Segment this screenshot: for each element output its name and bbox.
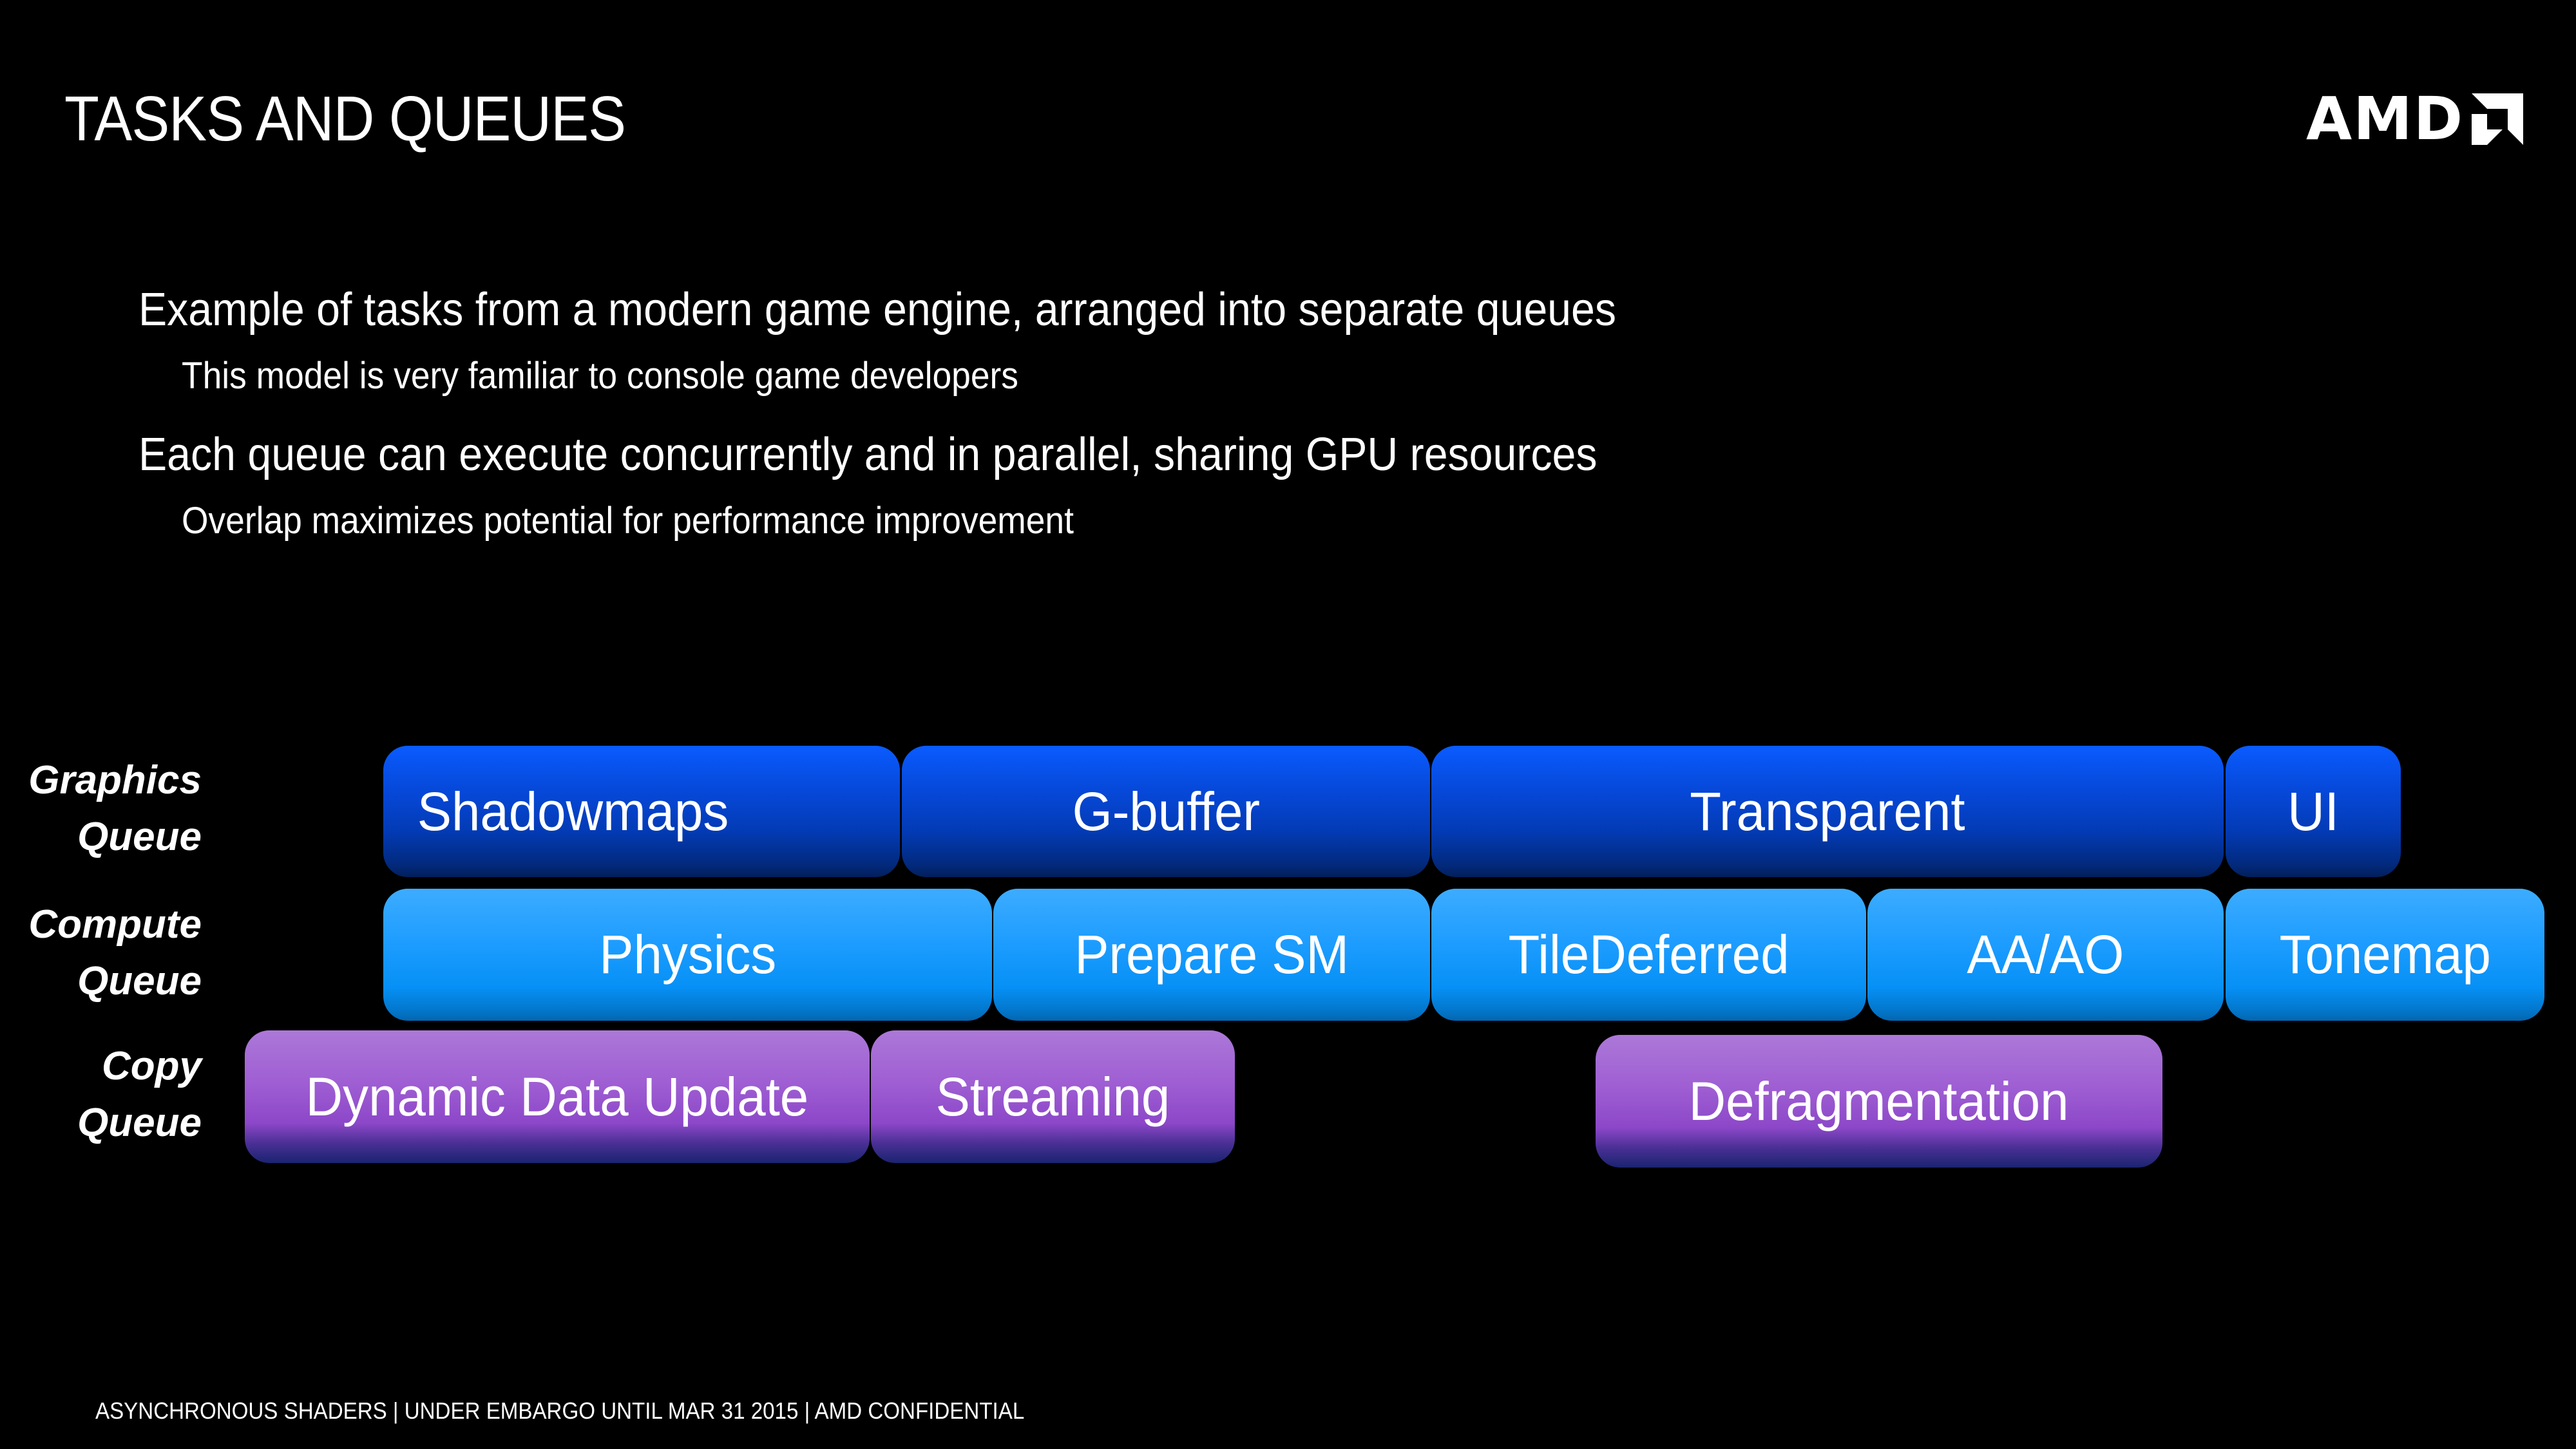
task-aa-ao: AA/AO bbox=[1867, 889, 2224, 1021]
bullet-1-sub: This model is very familiar to console g… bbox=[182, 355, 1018, 397]
copy-queue-label: Copy Queue bbox=[77, 1038, 202, 1151]
task-g-buffer: G-buffer bbox=[902, 746, 1430, 877]
task-label: Transparent bbox=[1690, 781, 1965, 842]
task-label: UI bbox=[2287, 781, 2339, 842]
copy-queue-label-line1: Copy bbox=[102, 1044, 202, 1088]
task-label: Physics bbox=[599, 924, 776, 985]
amd-logo-text: AMD bbox=[2306, 84, 2465, 153]
task-shadowmaps: Shadowmaps bbox=[383, 746, 900, 877]
task-tiledeferred: TileDeferred bbox=[1431, 889, 1866, 1021]
bullet-2-sub: Overlap maximizes potential for performa… bbox=[182, 500, 1074, 542]
task-label: AA/AO bbox=[1967, 924, 2124, 985]
task-label: G-buffer bbox=[1072, 781, 1260, 842]
compute-queue-label-line2: Queue bbox=[77, 959, 202, 1003]
task-label: Tonemap bbox=[2279, 924, 2491, 985]
compute-queue-label-line1: Compute bbox=[28, 902, 202, 947]
task-label: Streaming bbox=[935, 1066, 1170, 1127]
compute-queue-label: Compute Queue bbox=[28, 896, 202, 1010]
amd-logo: AMD bbox=[2306, 84, 2524, 153]
task-transparent: Transparent bbox=[1431, 746, 2224, 877]
task-label: Defragmentation bbox=[1689, 1070, 2069, 1132]
bullet-1: Example of tasks from a modern game engi… bbox=[138, 284, 1616, 336]
task-ui: UI bbox=[2226, 746, 2401, 877]
task-label: TileDeferred bbox=[1508, 924, 1789, 985]
task-tonemap: Tonemap bbox=[2226, 889, 2544, 1021]
slide-title: TASKS AND QUEUES bbox=[64, 83, 626, 154]
task-label: Prepare SM bbox=[1074, 924, 1349, 985]
task-defragmentation: Defragmentation bbox=[1596, 1035, 2162, 1168]
graphics-queue-label-line2: Queue bbox=[77, 815, 202, 859]
graphics-queue-label: Graphics Queue bbox=[28, 752, 202, 866]
task-label: Dynamic Data Update bbox=[305, 1066, 809, 1127]
task-streaming: Streaming bbox=[871, 1030, 1235, 1163]
bullet-2: Each queue can execute concurrently and … bbox=[138, 429, 1598, 480]
slide-footer: ASYNCHRONOUS SHADERS | UNDER EMBARGO UNT… bbox=[95, 1397, 1025, 1424]
task-label: Shadowmaps bbox=[417, 781, 729, 842]
task-dynamic-data-update: Dynamic Data Update bbox=[245, 1030, 870, 1163]
copy-queue-label-line2: Queue bbox=[77, 1101, 202, 1145]
graphics-queue-label-line1: Graphics bbox=[28, 758, 202, 802]
amd-arrow-logo-icon bbox=[2472, 93, 2524, 145]
task-physics: Physics bbox=[383, 889, 992, 1021]
task-prepare-sm: Prepare SM bbox=[993, 889, 1430, 1021]
